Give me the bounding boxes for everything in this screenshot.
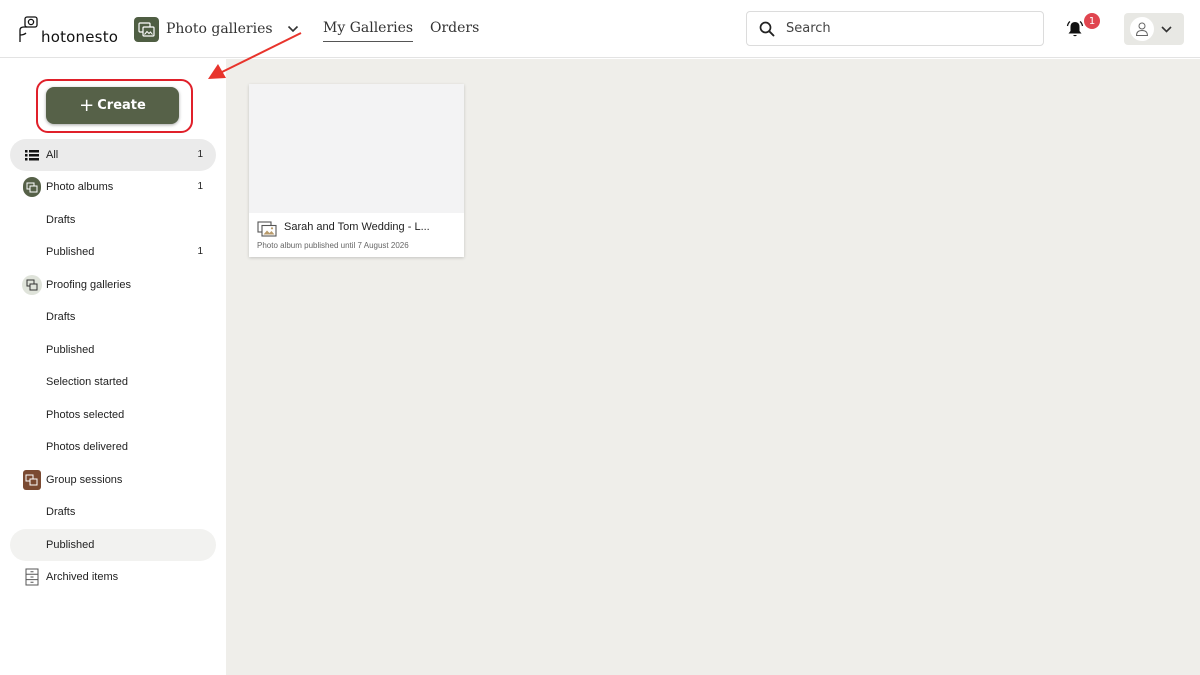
camera-logo-icon bbox=[19, 16, 38, 42]
sidebar-item-label: All bbox=[46, 149, 59, 161]
sidebar: + Create All 1 Photo albums 1 Drafts Pub… bbox=[0, 59, 235, 675]
annotation-arrow bbox=[208, 32, 302, 79]
photo-album-icon bbox=[257, 221, 277, 237]
sidebar-item-photo-albums[interactable]: Photo albums 1 bbox=[10, 171, 216, 203]
notifications-button[interactable] bbox=[1066, 20, 1086, 40]
sidebar-item-group-sessions[interactable]: Group sessions bbox=[10, 464, 216, 496]
nav-my-galleries[interactable]: My Galleries bbox=[323, 20, 414, 42]
sidebar-item-label: Published bbox=[46, 344, 95, 356]
user-menu-button[interactable] bbox=[1124, 13, 1184, 45]
sidebar-item-proofing-galleries[interactable]: Proofing galleries bbox=[10, 269, 216, 301]
sidebar-item-selection-started[interactable]: Selection started bbox=[10, 366, 216, 398]
notification-badge: 1 bbox=[1084, 13, 1100, 29]
create-button[interactable]: + Create bbox=[46, 87, 179, 124]
sidebar-item-proofing-published[interactable]: Published bbox=[10, 334, 216, 366]
sidebar-item-count: 1 bbox=[197, 149, 203, 160]
sidebar-item-label: Published bbox=[46, 539, 95, 551]
create-label: Create bbox=[97, 98, 146, 113]
sidebar-item-label: Drafts bbox=[46, 214, 76, 226]
bell-icon bbox=[1066, 20, 1084, 37]
chevron-down-icon bbox=[1161, 25, 1172, 33]
photo-galleries-icon bbox=[134, 16, 159, 42]
sidebar-item-photo-albums-published[interactable]: Published 1 bbox=[10, 236, 216, 268]
user-icon bbox=[1135, 22, 1149, 36]
sidebar-item-photos-delivered[interactable]: Photos delivered bbox=[10, 431, 216, 463]
gallery-card-subtitle: Photo album published until 7 August 202… bbox=[257, 241, 409, 250]
sidebar-item-label: Group sessions bbox=[46, 474, 123, 486]
sidebar-item-label: Photos delivered bbox=[46, 441, 128, 453]
sidebar-item-archived[interactable]: Archived items bbox=[10, 561, 216, 593]
avatar bbox=[1130, 17, 1154, 41]
photo-albums-icon bbox=[23, 177, 41, 197]
photonesto-logo[interactable]: hotonesto bbox=[16, 16, 119, 46]
gallery-thumbnail bbox=[249, 84, 464, 213]
search-input[interactable] bbox=[786, 21, 1026, 36]
sidebar-item-label: Photos selected bbox=[46, 409, 125, 421]
group-sessions-icon bbox=[23, 470, 41, 490]
gallery-card-title: Sarah and Tom Wedding - L... bbox=[284, 221, 430, 233]
nav-orders[interactable]: Orders bbox=[430, 20, 479, 42]
sidebar-item-group-published[interactable]: Published bbox=[10, 529, 216, 561]
sidebar-item-label: Selection started bbox=[46, 376, 128, 388]
list-icon bbox=[25, 150, 39, 161]
logo-text: hotonesto bbox=[41, 28, 119, 46]
sidebar-item-photos-selected[interactable]: Photos selected bbox=[10, 399, 216, 431]
sidebar-item-all[interactable]: All 1 bbox=[10, 139, 216, 171]
proofing-galleries-icon bbox=[22, 275, 42, 295]
top-header: hotonesto Photo galleries My Galleries O… bbox=[0, 0, 1200, 58]
plus-icon: + bbox=[79, 94, 95, 116]
archive-icon bbox=[25, 568, 39, 586]
main-content: Sarah and Tom Wedding - L... Photo album… bbox=[226, 59, 1200, 675]
sidebar-item-label: Drafts bbox=[46, 506, 76, 518]
search-box[interactable] bbox=[746, 11, 1044, 46]
sidebar-item-photo-albums-drafts[interactable]: Drafts bbox=[10, 204, 216, 236]
sidebar-item-label: Proofing galleries bbox=[46, 279, 131, 291]
sidebar-item-group-drafts[interactable]: Drafts bbox=[10, 496, 216, 528]
sidebar-item-label: Archived items bbox=[46, 571, 119, 583]
search-icon bbox=[759, 21, 775, 36]
sidebar-item-proofing-drafts[interactable]: Drafts bbox=[10, 301, 216, 333]
sidebar-item-count: 1 bbox=[197, 181, 203, 192]
sidebar-item-label: Drafts bbox=[46, 311, 76, 323]
sidebar-item-count: 1 bbox=[197, 246, 203, 257]
sidebar-item-label: Photo albums bbox=[46, 181, 114, 193]
gallery-card[interactable]: Sarah and Tom Wedding - L... Photo album… bbox=[249, 84, 464, 257]
sidebar-item-label: Published bbox=[46, 246, 95, 258]
